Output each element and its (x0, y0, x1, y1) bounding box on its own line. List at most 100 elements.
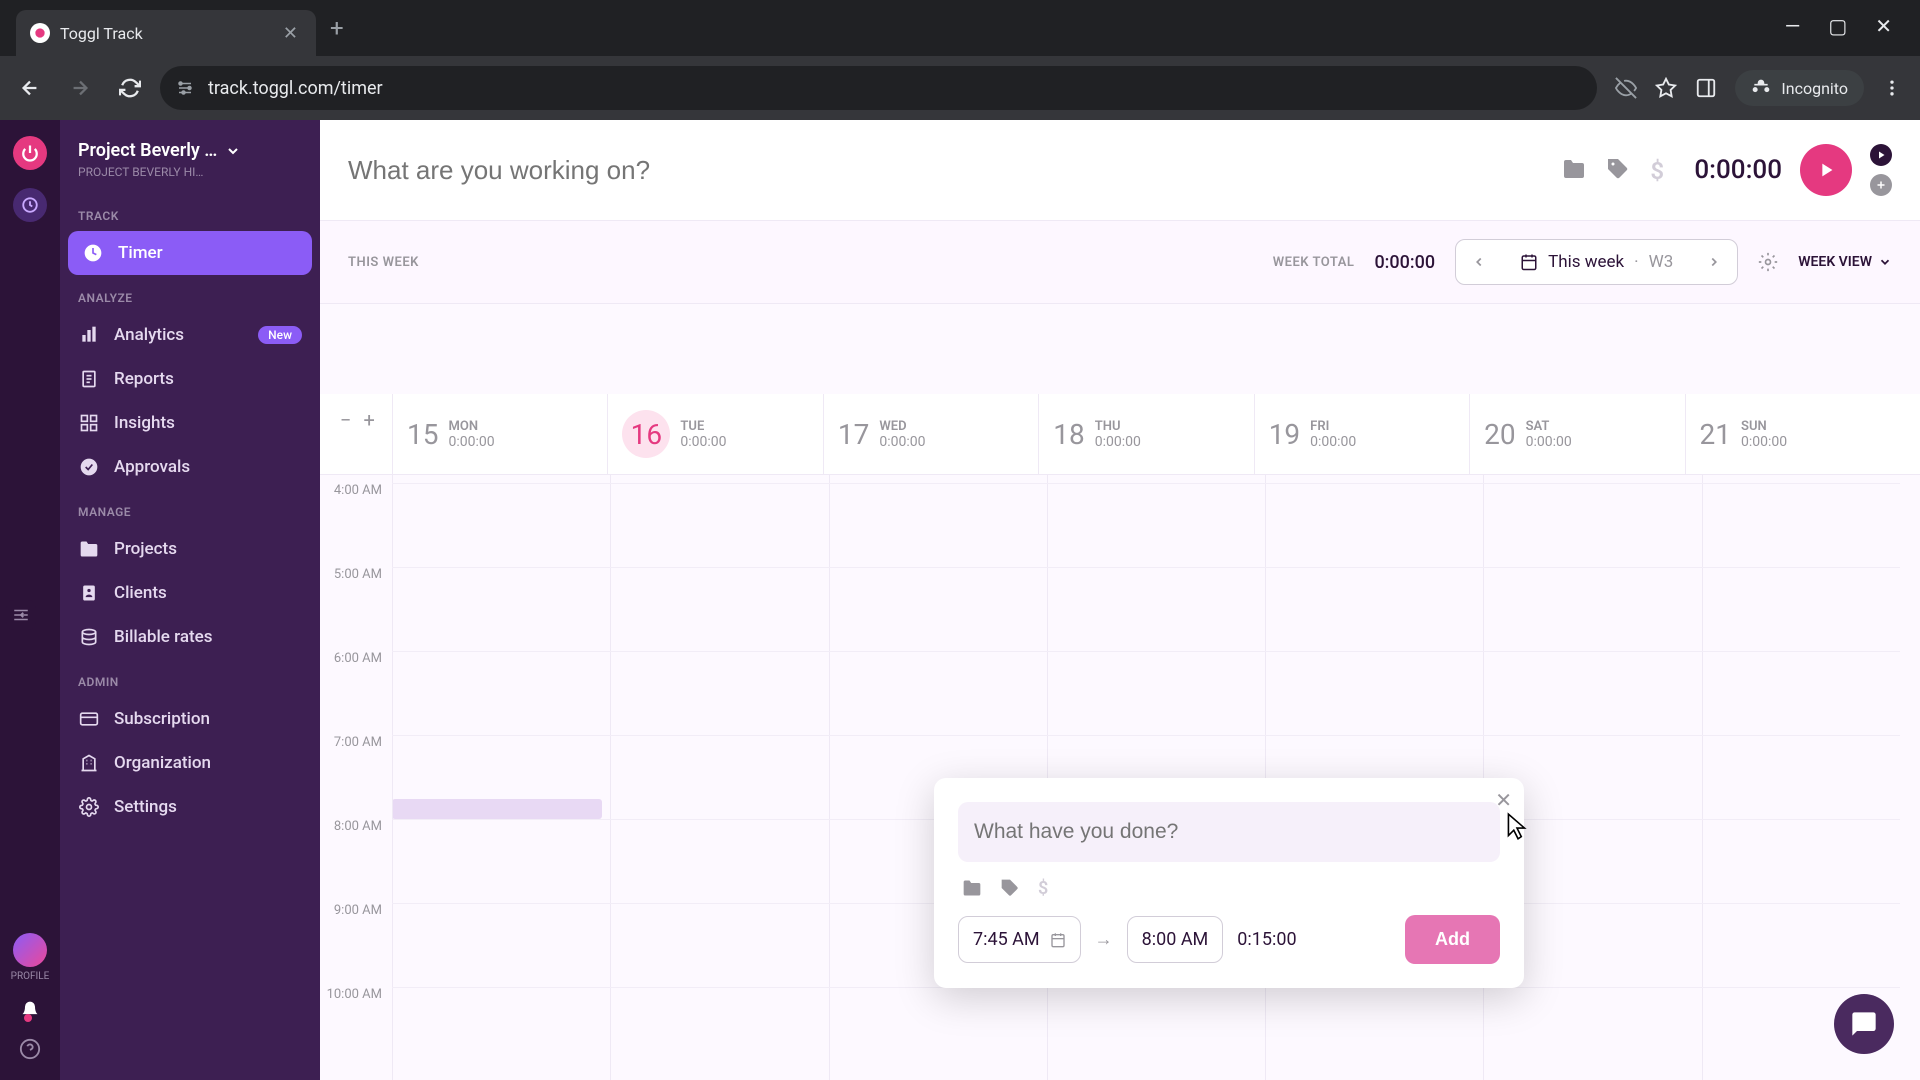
day-abbr: TUE (680, 419, 726, 434)
forward-button[interactable] (60, 68, 100, 108)
rail-clock-icon[interactable] (13, 188, 47, 222)
section-manage: MANAGE (60, 489, 320, 527)
nav-label: Billable rates (114, 627, 213, 647)
side-panel-icon[interactable] (1695, 77, 1717, 99)
day-number: 17 (838, 418, 869, 451)
zoom-out-button[interactable]: − (340, 408, 351, 432)
minimize-icon[interactable]: ― (1785, 14, 1801, 38)
workspace-name: Project Beverly … (78, 140, 217, 161)
entry-description-input[interactable] (958, 802, 1500, 862)
chart-icon (78, 325, 100, 345)
sidebar-item-subscription[interactable]: Subscription (60, 697, 320, 741)
nav-label: Timer (118, 243, 163, 263)
next-week-button[interactable] (1691, 243, 1737, 281)
project-folder-icon[interactable] (962, 878, 982, 899)
chat-fab[interactable] (1834, 994, 1894, 1054)
calendar-column[interactable] (610, 475, 828, 1080)
day-header[interactable]: 17 WED 0:00:00 (823, 394, 1038, 474)
nav-label: Insights (114, 413, 175, 433)
site-settings-icon[interactable] (176, 79, 194, 97)
day-header[interactable]: 16 TUE 0:00:00 (607, 394, 822, 474)
this-week-label: THIS WEEK (348, 255, 419, 270)
day-number: 18 (1053, 418, 1084, 451)
day-number: 15 (407, 418, 438, 451)
day-total: 0:00:00 (1310, 434, 1356, 450)
hide-eye-icon[interactable] (1615, 77, 1637, 99)
date-range-button[interactable]: This week · W3 (1502, 240, 1691, 284)
back-button[interactable] (10, 68, 50, 108)
sidebar-item-billable[interactable]: Billable rates (60, 615, 320, 659)
manual-mode-icon[interactable] (1870, 174, 1892, 196)
calendar-column[interactable] (1483, 475, 1701, 1080)
zoom-in-button[interactable]: + (363, 408, 374, 432)
bell-icon[interactable] (20, 1000, 40, 1020)
day-header[interactable]: 20 SAT 0:00:00 (1469, 394, 1684, 474)
day-total: 0:00:00 (879, 434, 925, 450)
time-scale: 4:00 AM5:00 AM6:00 AM7:00 AM8:00 AM9:00 … (320, 475, 392, 1080)
nav-label: Approvals (114, 457, 190, 477)
incognito-chip[interactable]: Incognito (1735, 70, 1864, 106)
section-track: TRACK (60, 193, 320, 231)
calendar-column[interactable] (1702, 475, 1920, 1080)
tab-title: Toggl Track (60, 24, 279, 43)
start-time-value: 7:45 AM (973, 929, 1040, 950)
tag-icon[interactable] (1606, 157, 1632, 183)
day-abbr: SAT (1526, 419, 1572, 434)
collapse-sidebar-icon[interactable] (6, 600, 36, 630)
sidebar-item-reports[interactable]: Reports (60, 357, 320, 401)
workspace-selector[interactable]: Project Beverly … PROJECT BEVERLY HI… (60, 134, 320, 193)
new-entry-popup: ✕ $ 7:45 AM → 8:00 AM 0:15:00 Add (934, 778, 1524, 988)
project-folder-icon[interactable] (1562, 157, 1588, 183)
rail-power-icon[interactable] (13, 136, 47, 170)
sidebar-item-analytics[interactable]: Analytics New (60, 313, 320, 357)
timer-mode-icon[interactable] (1870, 144, 1892, 166)
day-header[interactable]: 18 THU 0:00:00 (1038, 394, 1253, 474)
sidebar-item-organization[interactable]: Organization (60, 741, 320, 785)
prev-week-button[interactable] (1456, 243, 1502, 281)
extension-icons: Incognito (1607, 70, 1910, 106)
tab-strip: Toggl Track ✕ + ― ▢ ✕ (0, 0, 1920, 56)
profile-section[interactable]: PROFILE (11, 933, 50, 982)
day-number: 19 (1269, 418, 1300, 451)
sidebar-item-timer[interactable]: Timer (68, 231, 312, 275)
billable-dollar-icon[interactable]: $ (1038, 878, 1048, 899)
sidebar-item-approvals[interactable]: Approvals (60, 445, 320, 489)
day-header[interactable]: 21 SUN 0:00:00 (1685, 394, 1900, 474)
address-bar: track.toggl.com/timer Incognito (0, 56, 1920, 120)
add-button[interactable]: Add (1405, 915, 1500, 964)
view-selector[interactable]: WEEK VIEW (1798, 254, 1892, 270)
close-icon[interactable]: ✕ (1495, 788, 1512, 812)
reload-button[interactable] (110, 68, 150, 108)
user-icon (78, 583, 100, 603)
clock-icon (82, 243, 104, 263)
end-time-input[interactable]: 8:00 AM (1127, 916, 1224, 963)
sidebar-item-clients[interactable]: Clients (60, 571, 320, 615)
nav-label: Analytics (114, 325, 184, 345)
play-button[interactable] (1800, 144, 1852, 196)
view-settings-icon[interactable] (1758, 252, 1778, 272)
new-tab-button[interactable]: + (316, 14, 358, 42)
day-abbr: SUN (1741, 419, 1787, 434)
day-header[interactable]: 19 FRI 0:00:00 (1254, 394, 1469, 474)
browser-menu-icon[interactable] (1882, 78, 1902, 98)
day-abbr: MON (448, 419, 494, 434)
sidebar-item-settings[interactable]: Settings (60, 785, 320, 829)
url-box[interactable]: track.toggl.com/timer (160, 66, 1597, 110)
help-icon[interactable] (19, 1038, 41, 1060)
close-window-icon[interactable]: ✕ (1875, 14, 1892, 38)
browser-tab[interactable]: Toggl Track ✕ (16, 10, 316, 56)
bookmark-star-icon[interactable] (1655, 77, 1677, 99)
tab-close-icon[interactable]: ✕ (279, 19, 302, 48)
day-abbr: FRI (1310, 419, 1356, 434)
maximize-icon[interactable]: ▢ (1828, 14, 1847, 38)
billable-dollar-icon[interactable]: $ (1650, 157, 1676, 183)
timer-description-input[interactable] (348, 155, 1544, 186)
sidebar-item-insights[interactable]: Insights (60, 401, 320, 445)
tag-icon[interactable] (1000, 878, 1020, 899)
start-time-input[interactable]: 7:45 AM (958, 916, 1081, 963)
day-header[interactable]: 15 MON 0:00:00 (392, 394, 607, 474)
card-icon (78, 709, 100, 729)
new-badge: New (258, 326, 302, 344)
calendar-column[interactable] (392, 475, 610, 1080)
sidebar-item-projects[interactable]: Projects (60, 527, 320, 571)
